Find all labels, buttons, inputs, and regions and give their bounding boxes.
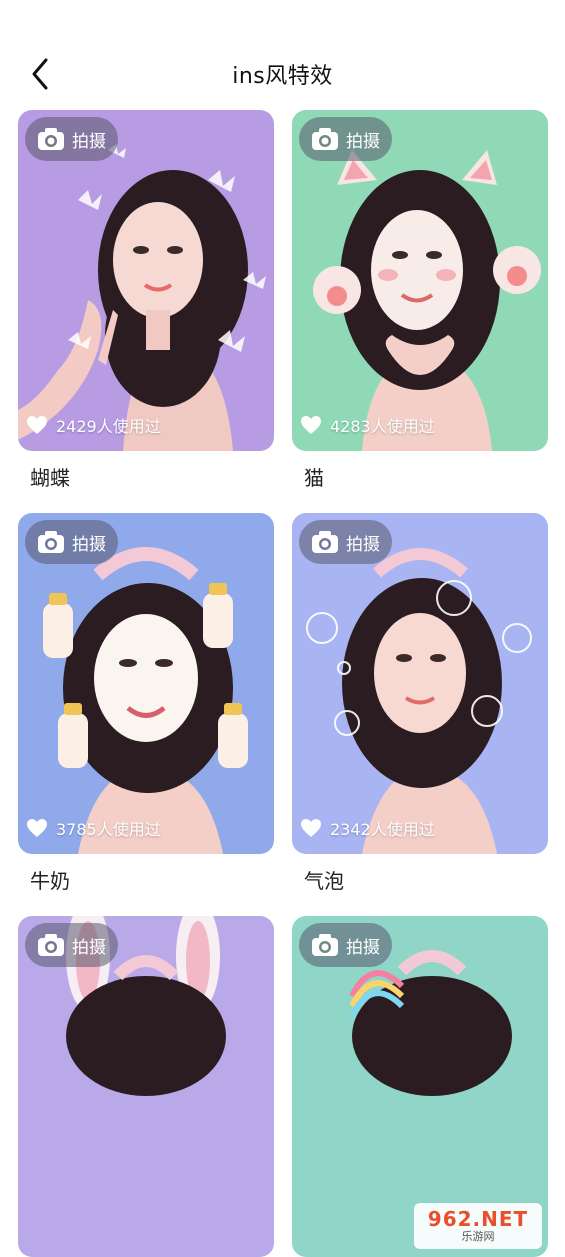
effect-card-unicorn[interactable]: 拍摄 962.NET 乐游网 — [292, 916, 548, 1257]
shoot-button[interactable]: 拍摄 — [25, 923, 118, 967]
effect-preview: 拍摄 3785人使用过 — [18, 513, 274, 854]
page-title: ins风特效 — [232, 64, 333, 89]
camera-icon — [312, 531, 338, 553]
preview-image — [18, 916, 274, 1257]
shoot-label: 拍摄 — [72, 131, 106, 152]
usage-count: 3785人使用过 — [26, 816, 161, 840]
effect-preview: 拍摄 2342人使用过 — [292, 513, 548, 854]
shoot-label: 拍摄 — [72, 534, 106, 555]
camera-icon — [312, 934, 338, 956]
shoot-label: 拍摄 — [346, 131, 380, 152]
heart-icon — [301, 819, 321, 837]
effect-name: 气泡 — [304, 869, 344, 893]
usage-count: 2342人使用过 — [300, 816, 435, 840]
effect-card-cat[interactable]: 拍摄 4283人使用过 猫 — [292, 110, 548, 495]
site-watermark: 962.NET 乐游网 — [414, 1203, 542, 1249]
preview-image — [18, 513, 274, 854]
effect-name: 猫 — [304, 466, 324, 490]
shoot-button[interactable]: 拍摄 — [25, 117, 118, 161]
heart-icon — [27, 416, 47, 434]
preview-image — [292, 513, 548, 854]
shoot-button[interactable]: 拍摄 — [299, 520, 392, 564]
usage-count: 2429人使用过 — [26, 413, 161, 437]
shoot-label: 拍摄 — [346, 937, 380, 958]
preview-image — [292, 110, 548, 451]
effect-preview: 拍摄 — [18, 916, 274, 1257]
shoot-button[interactable]: 拍摄 — [299, 117, 392, 161]
camera-icon — [312, 128, 338, 150]
top-bar: ins风特效 — [0, 0, 565, 110]
camera-icon — [38, 531, 64, 553]
shoot-button[interactable]: 拍摄 — [299, 923, 392, 967]
heart-icon — [301, 416, 321, 434]
effect-card-bunny[interactable]: 拍摄 — [18, 916, 274, 1257]
shoot-button[interactable]: 拍摄 — [25, 520, 118, 564]
usage-count: 4283人使用过 — [300, 413, 435, 437]
effect-name: 牛奶 — [30, 869, 70, 893]
effect-preview: 拍摄 962.NET 乐游网 — [292, 916, 548, 1257]
effect-name: 蝴蝶 — [30, 466, 70, 490]
camera-icon — [38, 934, 64, 956]
preview-image — [18, 110, 274, 451]
shoot-label: 拍摄 — [72, 937, 106, 958]
effect-card-butterfly[interactable]: 拍摄 2429人使用过 蝴蝶 — [18, 110, 274, 495]
effect-card-bubble[interactable]: 拍摄 2342人使用过 气泡 — [292, 513, 548, 898]
effect-preview: 拍摄 2429人使用过 — [18, 110, 274, 451]
camera-icon — [38, 128, 64, 150]
heart-icon — [27, 819, 47, 837]
effect-preview: 拍摄 4283人使用过 — [292, 110, 548, 451]
effect-card-milk[interactable]: 拍摄 3785人使用过 牛奶 — [18, 513, 274, 898]
shoot-label: 拍摄 — [346, 534, 380, 555]
